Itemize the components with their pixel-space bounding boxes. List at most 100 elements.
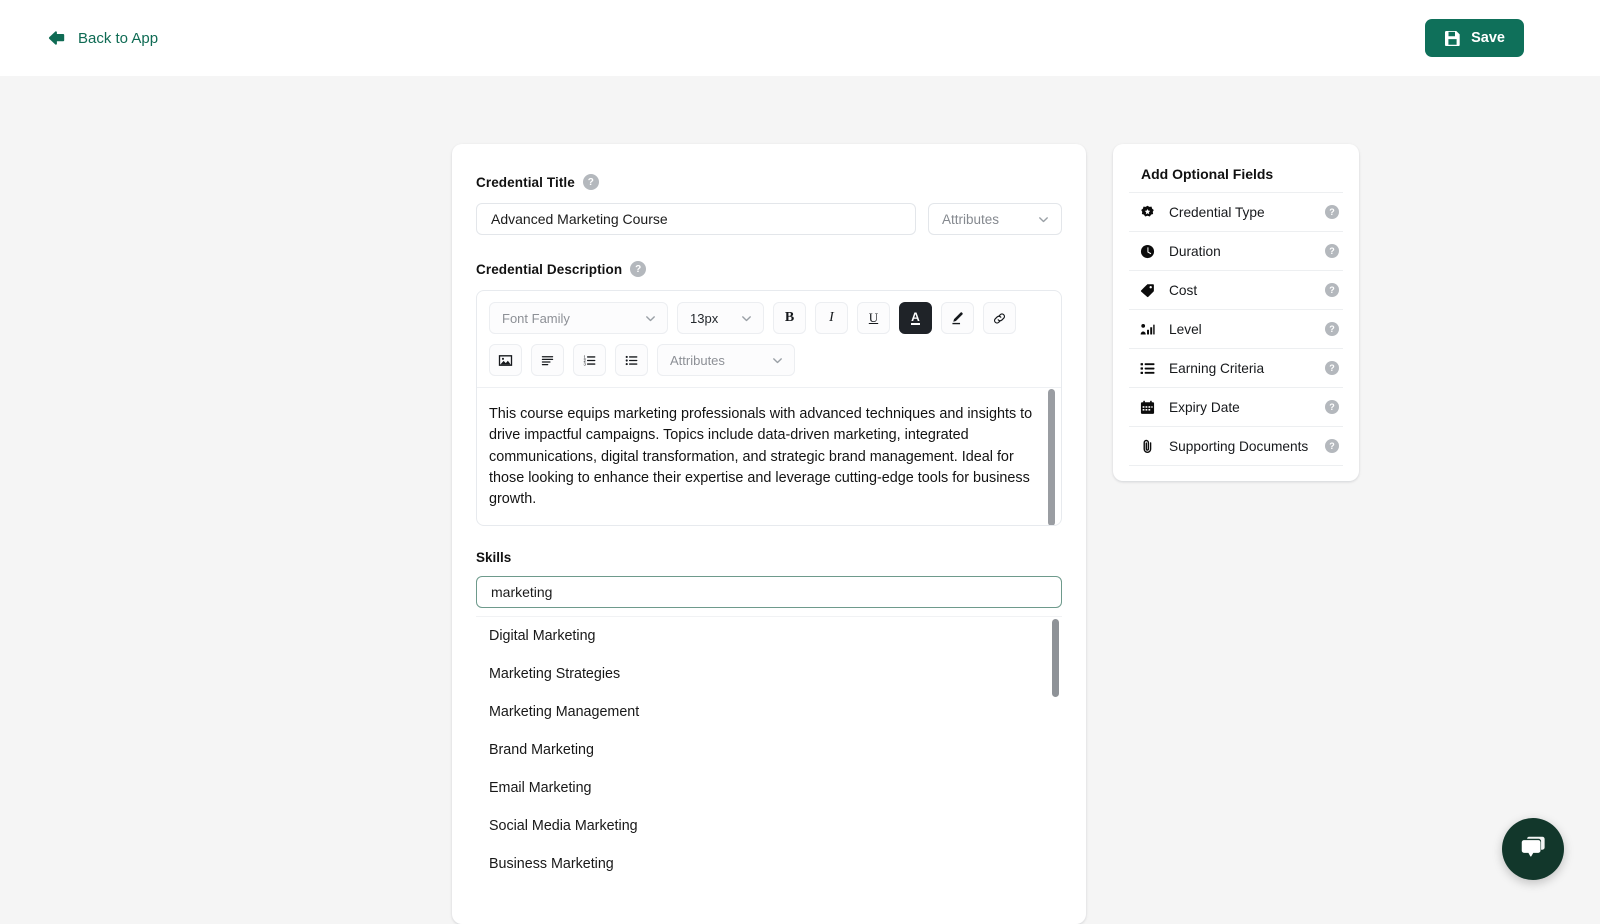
font-color-label: A: [911, 311, 920, 325]
list-item[interactable]: Brand Marketing: [476, 731, 1062, 769]
credential-title-input[interactable]: Advanced Marketing Course: [476, 203, 916, 235]
font-family-label: Font Family: [502, 311, 570, 326]
underline-button[interactable]: U: [857, 302, 890, 334]
credential-description-label-text: Credential Description: [476, 262, 622, 277]
editor-attributes-select[interactable]: Attributes: [657, 344, 795, 376]
ordered-list-icon: 123: [582, 353, 597, 368]
optional-field-label: Level: [1169, 322, 1325, 337]
chevron-down-icon: [644, 312, 657, 325]
credential-description-label: Credential Description ?: [476, 261, 1062, 277]
paperclip-icon: [1137, 439, 1157, 454]
floppy-disk-icon: [1444, 30, 1461, 47]
rich-text-editor: Font Family 13px B I: [476, 290, 1062, 526]
list-item[interactable]: Business Marketing: [476, 845, 1062, 883]
ordered-list-button[interactable]: 123: [573, 344, 606, 376]
price-tag-icon: [1137, 283, 1157, 298]
chat-bubbles-icon: [1518, 832, 1548, 867]
save-button[interactable]: Save: [1425, 19, 1524, 57]
chevron-down-icon: [740, 312, 753, 325]
chat-widget-button[interactable]: [1502, 818, 1564, 880]
font-family-select[interactable]: Font Family: [489, 302, 668, 334]
italic-label: I: [829, 310, 834, 326]
editor-scrollbar[interactable]: [1048, 389, 1055, 526]
image-icon: [498, 353, 513, 368]
optional-field-label: Earning Criteria: [1169, 361, 1325, 376]
list-item[interactable]: Digital Marketing: [476, 617, 1062, 655]
marker-pen-icon: [950, 311, 965, 326]
chevron-down-icon: [771, 354, 784, 367]
credential-title-label: Credential Title ?: [476, 174, 1062, 190]
insert-image-button[interactable]: [489, 344, 522, 376]
list-item[interactable]: Email Marketing: [476, 769, 1062, 807]
optional-field-duration[interactable]: Duration ?: [1129, 231, 1343, 270]
editor-attributes-label: Attributes: [670, 353, 725, 368]
optional-field-expiry-date[interactable]: Expiry Date ?: [1129, 387, 1343, 426]
editor-toolbar-row-1: Font Family 13px B I: [477, 291, 1061, 334]
credential-form-card: Credential Title ? Advanced Marketing Co…: [452, 144, 1086, 924]
font-color-button[interactable]: A: [899, 302, 932, 334]
page-body: Credential Title ? Advanced Marketing Co…: [0, 76, 1600, 915]
italic-button[interactable]: I: [815, 302, 848, 334]
link-icon: [992, 311, 1007, 326]
title-attributes-label: Attributes: [942, 212, 999, 227]
credential-title-row: Advanced Marketing Course Attributes: [476, 203, 1062, 235]
help-icon[interactable]: ?: [1325, 205, 1339, 219]
help-icon[interactable]: ?: [1325, 361, 1339, 375]
back-to-app-label: Back to App: [78, 30, 158, 47]
badge-star-icon: [1137, 205, 1157, 220]
bar-chart-icon: [1137, 322, 1157, 337]
optional-field-label: Credential Type: [1169, 205, 1325, 220]
help-icon[interactable]: ?: [630, 261, 646, 277]
underline-label: U: [869, 310, 878, 326]
optional-field-label: Duration: [1169, 244, 1325, 259]
skills-dropdown-scrollbar[interactable]: [1052, 619, 1059, 697]
optional-fields-panel: Add Optional Fields Credential Type ? Du…: [1113, 144, 1359, 481]
optional-fields-title: Add Optional Fields: [1141, 166, 1343, 182]
highlight-button[interactable]: [941, 302, 974, 334]
optional-field-label: Cost: [1169, 283, 1325, 298]
help-icon[interactable]: ?: [1325, 322, 1339, 336]
panel-divider: [1129, 465, 1343, 467]
optional-field-label: Supporting Documents: [1169, 439, 1325, 454]
skills-label: Skills: [476, 550, 1062, 565]
optional-field-cost[interactable]: Cost ?: [1129, 270, 1343, 309]
save-label: Save: [1471, 30, 1505, 46]
calendar-icon: [1137, 400, 1157, 415]
list-item[interactable]: Marketing Management: [476, 693, 1062, 731]
font-size-label: 13px: [690, 311, 718, 326]
list-icon: [1137, 361, 1157, 376]
help-icon[interactable]: ?: [1325, 244, 1339, 258]
optional-field-label: Expiry Date: [1169, 400, 1325, 415]
editor-content-area[interactable]: This course equips marketing professiona…: [477, 387, 1061, 525]
align-left-icon: [540, 353, 555, 368]
clock-icon: [1137, 244, 1157, 259]
link-button[interactable]: [983, 302, 1016, 334]
optional-field-level[interactable]: Level ?: [1129, 309, 1343, 348]
optional-field-credential-type[interactable]: Credential Type ?: [1129, 192, 1343, 231]
bullet-list-icon: [624, 353, 639, 368]
list-item[interactable]: Marketing Strategies: [476, 655, 1062, 693]
bullet-list-button[interactable]: [615, 344, 648, 376]
top-bar: Back to App Save: [0, 0, 1600, 76]
credential-description-text: This course equips marketing professiona…: [489, 404, 1039, 510]
help-icon[interactable]: ?: [1325, 283, 1339, 297]
optional-field-earning-criteria[interactable]: Earning Criteria ?: [1129, 348, 1343, 387]
skills-input[interactable]: marketing: [476, 576, 1062, 608]
editor-toolbar-row-2: 123 Attributes: [477, 334, 1061, 387]
list-item[interactable]: Social Media Marketing: [476, 807, 1062, 845]
chevron-down-icon: [1037, 213, 1050, 226]
optional-field-supporting-documents[interactable]: Supporting Documents ?: [1129, 426, 1343, 465]
font-size-select[interactable]: 13px: [677, 302, 764, 334]
help-icon[interactable]: ?: [583, 174, 599, 190]
skills-dropdown: Digital Marketing Marketing Strategies M…: [476, 616, 1062, 916]
credential-title-label-text: Credential Title: [476, 175, 575, 190]
bold-button[interactable]: B: [773, 302, 806, 334]
help-icon[interactable]: ?: [1325, 400, 1339, 414]
back-to-app-button[interactable]: Back to App: [46, 28, 158, 48]
bold-label: B: [785, 310, 794, 326]
align-left-button[interactable]: [531, 344, 564, 376]
svg-text:3: 3: [584, 361, 587, 366]
arrow-left-icon: [46, 28, 66, 48]
title-attributes-select[interactable]: Attributes: [928, 203, 1062, 235]
help-icon[interactable]: ?: [1325, 439, 1339, 453]
